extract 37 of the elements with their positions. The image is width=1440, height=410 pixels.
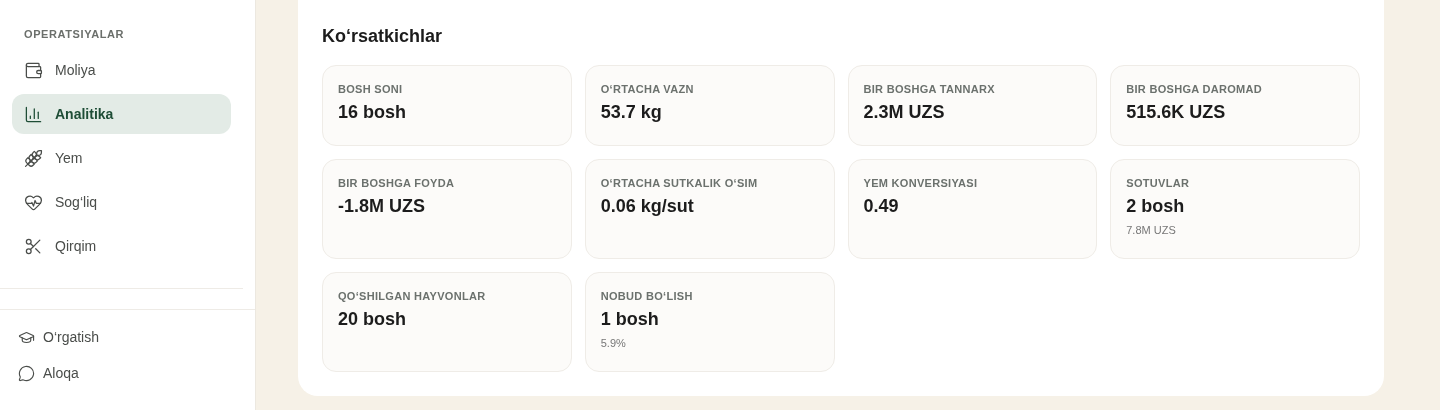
metric-value: -1.8M UZS bbox=[338, 196, 426, 217]
nav-item[interactable]: Qirqim bbox=[12, 226, 231, 266]
metric-label: O‘RTACHA VAZN bbox=[600, 83, 695, 95]
metric-label: BIR BOSHGA TANNARX bbox=[863, 83, 996, 95]
metric-value: 2.3M UZS bbox=[863, 102, 946, 123]
metric-value: 53.7 kg bbox=[600, 102, 663, 123]
nav-item[interactable]: Analitika bbox=[12, 94, 231, 134]
metric-value: 1 bosh bbox=[600, 309, 660, 330]
metric-value: 0.49 bbox=[863, 196, 900, 217]
metric-label: QO‘SHILGAN HAYVONLAR bbox=[338, 290, 487, 302]
panel-title: Koʻrsatkichlar bbox=[322, 26, 444, 47]
metric-label: NOBUD BO‘LISH bbox=[600, 290, 694, 302]
footer-link[interactable]: Aloqa bbox=[18, 362, 237, 384]
nav-item[interactable]: Moliya bbox=[12, 50, 231, 90]
nav-item[interactable]: Sog‘liq bbox=[12, 182, 231, 222]
metric-label: O‘RTACHA SUTKALIK O‘SIM bbox=[600, 177, 759, 189]
metric-value: 0.06 kg/sut bbox=[600, 196, 695, 217]
footer-link[interactable]: O‘rgatish bbox=[18, 326, 237, 348]
metric-value: 20 bosh bbox=[338, 309, 408, 330]
chat-bubble-icon bbox=[18, 364, 35, 382]
metric-value: 2 bosh bbox=[1126, 196, 1186, 217]
nav-item[interactable]: Yem bbox=[12, 138, 231, 178]
metric-subvalue: 5.9% bbox=[600, 337, 627, 349]
metric-label: BIR BOSHGA DAROMAD bbox=[1126, 83, 1264, 95]
metric-value: 16 bosh bbox=[338, 102, 408, 123]
metric-value: 515.6K UZS bbox=[1126, 102, 1227, 123]
wallet-icon bbox=[24, 60, 43, 80]
metric-label: YEM KONVERSIYASI bbox=[863, 177, 979, 189]
heart-pulse-icon bbox=[24, 192, 43, 212]
wheat-icon bbox=[24, 148, 43, 168]
bar-chart-icon bbox=[24, 104, 43, 124]
metric-label: BIR BOSHGA FOYDA bbox=[338, 177, 456, 189]
metric-subvalue: 7.8M UZS bbox=[1126, 224, 1177, 236]
scissors-icon bbox=[24, 236, 43, 256]
metric-label: SOTUVLAR bbox=[1126, 177, 1191, 189]
section-title: OPERATSIYALAR bbox=[23, 28, 126, 42]
metric-label: BOSH SONI bbox=[338, 83, 404, 95]
